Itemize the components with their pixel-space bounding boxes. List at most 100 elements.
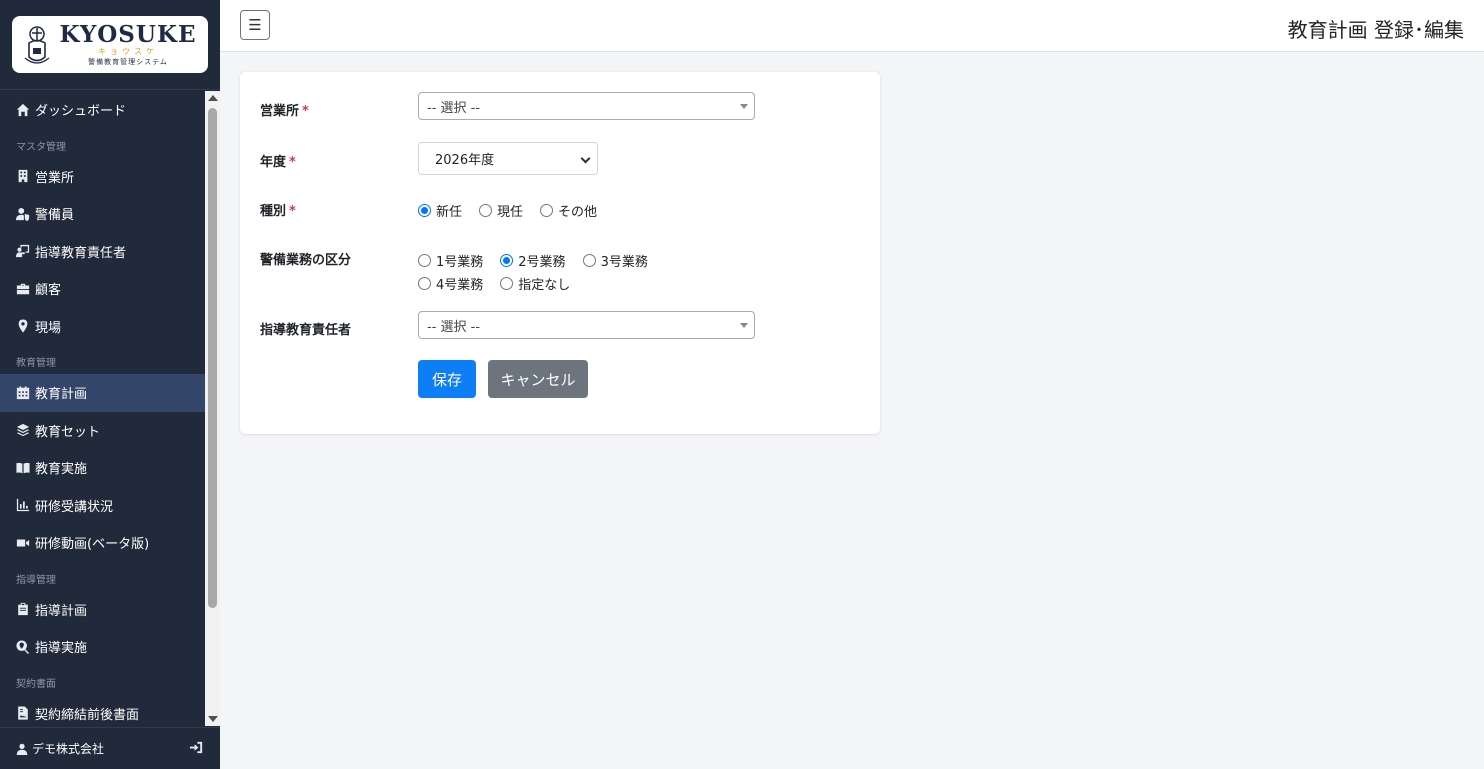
year-select[interactable]: 2026年度 bbox=[418, 142, 598, 175]
current-user[interactable]: デモ株式会社 bbox=[16, 740, 189, 757]
scrollbar-thumb[interactable] bbox=[208, 108, 217, 608]
sidebar-section-label: 教育管理 bbox=[16, 358, 56, 369]
sidebar-item-label: 指導計画 bbox=[35, 603, 88, 619]
type-radio-label: その他 bbox=[558, 205, 598, 220]
sidebar-item[interactable]: 教育計画 bbox=[0, 374, 205, 412]
scroll-up-arrow-icon[interactable] bbox=[208, 95, 218, 101]
logo-area: KYOSUKE キョウスケ 警備教育管理システム bbox=[0, 0, 220, 90]
year-select-value: 2026年度 bbox=[435, 153, 495, 168]
sidebar-item[interactable]: 研修動画(ベータ版) bbox=[0, 524, 205, 562]
sidebar-item[interactable]: 教育セット bbox=[0, 412, 205, 450]
sidebar-section-label: マスタ管理 bbox=[16, 141, 66, 153]
required-mark: * bbox=[289, 155, 296, 170]
category-radio-label: 1号業務 bbox=[436, 255, 484, 270]
required-mark: * bbox=[302, 104, 309, 119]
sidebar-item-label: 契約締結前後書面 bbox=[35, 707, 140, 723]
category-radio[interactable]: 指定なし bbox=[500, 274, 570, 293]
dropdown-caret-icon bbox=[740, 323, 748, 328]
sidebar-item[interactable]: 指導実施 bbox=[0, 628, 205, 666]
sidebar-menu: ダッシュボードマスタ管理営業所警備員指導教育責任者 顧客現場教育管理教育計画教育セ… bbox=[0, 91, 205, 726]
category-radio-label: 指定なし bbox=[518, 278, 571, 293]
office-select[interactable]: -- 選択 -- bbox=[418, 92, 755, 120]
sidebar-item-label: 指導教育責任者 bbox=[35, 245, 127, 261]
category-radio[interactable]: 3号業務 bbox=[582, 251, 648, 270]
scroll-down-arrow-icon[interactable] bbox=[208, 716, 218, 722]
file-contract-icon bbox=[16, 706, 30, 720]
building-icon bbox=[16, 169, 30, 183]
save-button[interactable]: 保存 bbox=[418, 360, 476, 398]
book-open-icon bbox=[16, 461, 30, 475]
instructor-select[interactable]: -- 選択 -- bbox=[418, 311, 755, 339]
hamburger-icon: ☰ bbox=[248, 16, 262, 34]
radio-circle[interactable] bbox=[500, 277, 514, 290]
map-marker-icon bbox=[16, 319, 30, 333]
type-radio-label: 現任 bbox=[497, 205, 524, 220]
sidebar-item[interactable]: 顧客 bbox=[0, 270, 205, 308]
sidebar-section-label: 指導管理 bbox=[16, 574, 56, 586]
sidebar-item[interactable]: 警備員 bbox=[0, 195, 205, 233]
office-select-value: -- 選択 -- bbox=[427, 100, 481, 116]
sidebar: KYOSUKE キョウスケ 警備教育管理システム ダッシュボードマスタ管理営業所… bbox=[0, 0, 220, 769]
sidebar-item[interactable]: 指導計画 bbox=[0, 591, 205, 629]
sidebar-item-label: 教育セット bbox=[35, 424, 101, 440]
sidebar-item-label: 警備員 bbox=[35, 208, 75, 224]
user-shield-icon bbox=[16, 207, 30, 221]
type-radio[interactable]: 新任 bbox=[418, 201, 462, 220]
sidebar-item[interactable]: 現場 bbox=[0, 308, 205, 346]
radio-circle[interactable] bbox=[582, 254, 596, 267]
category-radio[interactable]: 4号業務 bbox=[418, 274, 483, 293]
sidebar-section-label: 契約書面 bbox=[16, 678, 56, 690]
radio-circle[interactable] bbox=[540, 204, 554, 217]
briefcase-icon bbox=[16, 282, 30, 296]
type-radio[interactable]: その他 bbox=[540, 201, 597, 220]
page-title: 教育計画 登録･編集 bbox=[1287, 18, 1464, 42]
office-label: 営業所 * bbox=[260, 104, 309, 119]
education-plan-form: 営業所 * -- 選択 -- 年度 * 2026年度 種別 * 新任 現任 その他 警備業… bbox=[240, 72, 880, 434]
sidebar-item-label: 指導実施 bbox=[35, 641, 88, 657]
layers-icon bbox=[16, 423, 30, 437]
search-location-icon bbox=[16, 640, 30, 654]
instructor-select-value: -- 選択 -- bbox=[427, 319, 481, 335]
category-radio-label: 4号業務 bbox=[436, 278, 484, 293]
radio-circle[interactable] bbox=[418, 277, 431, 290]
category-label: 警備業務の区分 bbox=[260, 253, 352, 268]
sidebar-toggle-button[interactable]: ☰ bbox=[240, 10, 270, 40]
radio-circle[interactable] bbox=[479, 204, 493, 217]
cancel-button[interactable]: キャンセル bbox=[488, 360, 588, 398]
sidebar-footer: デモ株式会社 bbox=[0, 727, 220, 769]
sidebar-item[interactable]: ダッシュボード bbox=[0, 91, 205, 129]
sidebar-item-label: 研修受講状況 bbox=[35, 499, 114, 515]
top-bar: ☰ 教育計画 登録･編集 bbox=[220, 0, 1484, 52]
sidebar-scrollbar[interactable] bbox=[205, 91, 220, 726]
required-mark: * bbox=[289, 204, 296, 219]
category-radio[interactable]: 1号業務 bbox=[418, 251, 483, 270]
chart-bar-icon bbox=[16, 498, 30, 512]
chevron-down-icon bbox=[580, 153, 591, 164]
logout-button[interactable] bbox=[189, 740, 204, 758]
dropdown-caret-icon bbox=[740, 104, 748, 109]
clipboard-icon bbox=[16, 602, 30, 616]
sidebar-item[interactable]: 指導教育責任者 bbox=[0, 233, 205, 271]
category-radio-group-row1: 1号業務 2号業務 3号業務 bbox=[418, 251, 665, 270]
sidebar-item[interactable]: 契約締結前後書面 bbox=[0, 695, 205, 727]
sidebar-item-label: 現場 bbox=[35, 320, 62, 336]
radio-circle[interactable] bbox=[418, 254, 431, 267]
category-radio-group-row2: 4号業務 指定なし bbox=[418, 274, 587, 293]
sidebar-item-label: 教育実施 bbox=[35, 462, 88, 478]
type-radio-group: 新任 現任 その他 bbox=[418, 201, 614, 220]
sidebar-item-label: 顧客 bbox=[35, 283, 62, 299]
brand-subtitle: 警備教育管理システム bbox=[88, 57, 168, 66]
radio-circle[interactable] bbox=[418, 204, 431, 217]
sidebar-item-label: ダッシュボード bbox=[35, 104, 127, 120]
sidebar-item[interactable]: 営業所 bbox=[0, 158, 205, 196]
current-user-name: デモ株式会社 bbox=[32, 742, 105, 756]
sidebar-item[interactable]: 教育実施 bbox=[0, 449, 205, 487]
sidebar-item[interactable]: 研修受講状況 bbox=[0, 487, 205, 525]
radio-circle[interactable] bbox=[500, 254, 514, 267]
year-label: 年度 * bbox=[260, 155, 296, 170]
sidebar-item-label: 研修動画(ベータ版) bbox=[35, 537, 150, 553]
category-radio[interactable]: 2号業務 bbox=[500, 251, 566, 270]
type-radio[interactable]: 現任 bbox=[479, 201, 523, 220]
brand-logo[interactable]: KYOSUKE キョウスケ 警備教育管理システム bbox=[12, 16, 208, 73]
category-radio-label: 3号業務 bbox=[600, 255, 648, 270]
